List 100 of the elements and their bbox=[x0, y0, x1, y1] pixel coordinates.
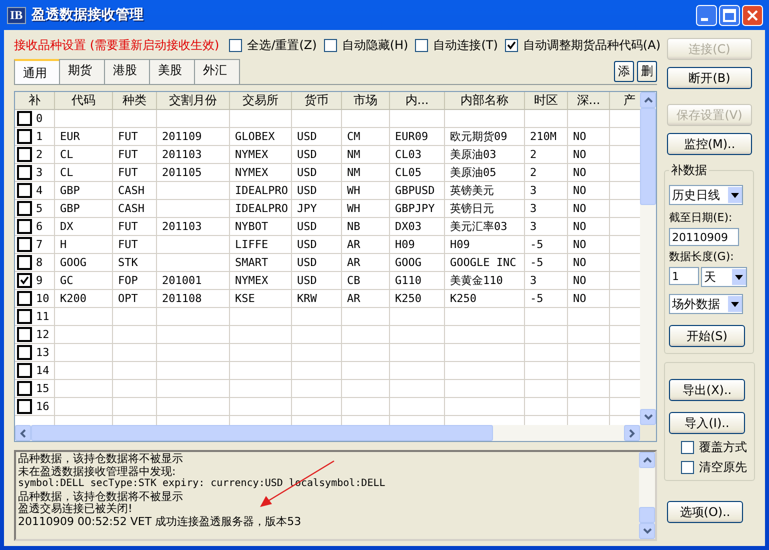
scroll-up-icon[interactable] bbox=[644, 97, 652, 103]
table-cell-text: -5 bbox=[530, 255, 544, 271]
maximize-icon[interactable] bbox=[719, 4, 740, 26]
column-header[interactable]: 市场 bbox=[342, 92, 390, 109]
column-header[interactable]: 深... bbox=[568, 92, 610, 109]
row-checkbox[interactable] bbox=[17, 237, 32, 252]
option-checkbox[interactable]: 全选/重置(Z) bbox=[229, 36, 317, 54]
length-label: 数据长度(G): bbox=[669, 249, 735, 264]
length-field[interactable]: 1 bbox=[669, 267, 699, 285]
row-number: 13 bbox=[36, 345, 50, 361]
tab[interactable]: 美股 bbox=[149, 59, 195, 84]
column-header[interactable]: 交易所 bbox=[230, 92, 292, 109]
row-checkbox[interactable] bbox=[17, 201, 32, 216]
scroll-right-icon[interactable] bbox=[629, 428, 635, 438]
row-checkbox[interactable] bbox=[17, 165, 32, 180]
tab[interactable]: 期货 bbox=[59, 59, 105, 84]
scroll-thumb[interactable] bbox=[31, 425, 493, 441]
export-button[interactable]: 导出(X).. bbox=[669, 379, 745, 401]
table-cell-text: NO bbox=[573, 147, 586, 163]
table-cell-text: NO bbox=[573, 291, 586, 307]
scroll-down-icon[interactable] bbox=[642, 528, 652, 534]
row-number: 6 bbox=[36, 219, 43, 235]
table-cell-text: EUR bbox=[60, 129, 80, 145]
monitor-button[interactable]: 监控(M).. bbox=[667, 133, 752, 155]
import-button[interactable]: 导入(I).. bbox=[669, 412, 745, 434]
row-number: 16 bbox=[36, 399, 50, 415]
source-dropdown[interactable]: 场外数据 bbox=[669, 294, 743, 314]
column-header[interactable]: 补 bbox=[15, 92, 55, 109]
table-cell-text: CL bbox=[60, 165, 74, 181]
table-cell-text: NYMEX bbox=[235, 273, 268, 289]
column-header[interactable]: 内... bbox=[390, 92, 445, 109]
column-header[interactable]: 代码 bbox=[55, 92, 113, 109]
option-checkbox[interactable]: 清空原先 bbox=[681, 459, 747, 476]
tab-action-button[interactable]: 删 bbox=[637, 61, 657, 82]
row-number: 11 bbox=[36, 309, 50, 325]
table-cell-text: USD bbox=[297, 273, 317, 289]
table-cell-text: FUT bbox=[118, 165, 138, 181]
row-checkbox[interactable] bbox=[17, 147, 32, 162]
table-cell-text: JPY bbox=[297, 201, 317, 217]
row-checkbox[interactable] bbox=[17, 129, 32, 144]
row-checkbox[interactable] bbox=[17, 309, 32, 324]
row-checkbox[interactable] bbox=[17, 381, 32, 396]
row-checkbox[interactable] bbox=[17, 327, 32, 342]
tab[interactable]: 外汇 bbox=[194, 59, 240, 84]
option-checkbox[interactable]: 覆盖方式 bbox=[681, 439, 747, 456]
log-scrollbar[interactable] bbox=[639, 452, 655, 539]
column-header[interactable]: 种类 bbox=[113, 92, 157, 109]
option-checkbox[interactable]: 自动调整期货品种代码(A) bbox=[504, 36, 660, 54]
column-header[interactable]: 时区 bbox=[525, 92, 568, 109]
tab[interactable]: 港股 bbox=[104, 59, 150, 84]
scroll-down-icon[interactable] bbox=[644, 414, 652, 420]
row-checkbox[interactable] bbox=[17, 255, 32, 270]
table-cell-text: GBP bbox=[60, 183, 80, 199]
row-number: 9 bbox=[36, 273, 43, 289]
column-header[interactable]: 内部名称 bbox=[445, 92, 525, 109]
table-cell-text: USD bbox=[297, 165, 317, 181]
table-cell-text: FUT bbox=[118, 237, 138, 253]
tab[interactable]: 通用 bbox=[14, 59, 60, 84]
row-checkbox[interactable] bbox=[17, 219, 32, 234]
row-number: 10 bbox=[36, 291, 50, 307]
scroll-thumb[interactable] bbox=[640, 108, 656, 205]
close-icon[interactable] bbox=[742, 4, 763, 26]
table-cell-text: USD bbox=[297, 255, 317, 271]
table-cell-text: NO bbox=[573, 183, 586, 199]
options-button[interactable]: 选项(O).. bbox=[667, 501, 743, 523]
row-checkbox[interactable] bbox=[17, 183, 32, 198]
table-cell-text: SMART bbox=[235, 255, 268, 271]
table-cell-text: K250 bbox=[450, 291, 476, 307]
disconnect-button[interactable]: 断开(B) bbox=[667, 67, 752, 89]
scroll-up-icon[interactable] bbox=[642, 457, 652, 463]
scroll-left-icon[interactable] bbox=[20, 428, 26, 438]
row-checkbox[interactable] bbox=[17, 363, 32, 378]
row-checkbox[interactable] bbox=[17, 399, 32, 414]
option-checkbox[interactable]: 自动隐藏(H) bbox=[324, 36, 408, 54]
minimize-icon[interactable] bbox=[696, 4, 717, 26]
row-checkbox[interactable] bbox=[17, 291, 32, 306]
table-cell-text: STK bbox=[118, 255, 138, 271]
row-checkbox[interactable] bbox=[17, 111, 32, 126]
table-cell-text: NO bbox=[573, 255, 586, 271]
row-number: 7 bbox=[36, 237, 43, 253]
option-checkbox[interactable]: 自动连接(T) bbox=[415, 36, 498, 54]
table-cell-text: NO bbox=[573, 129, 586, 145]
unit-dropdown[interactable]: 天 bbox=[701, 267, 747, 287]
column-header[interactable]: 交割月份 bbox=[157, 92, 230, 109]
table-cell-text: WH bbox=[347, 201, 360, 217]
tab-action-button[interactable]: 添 bbox=[614, 61, 634, 82]
log-line: 品种数据，该持仓数据将不被显示 bbox=[18, 453, 184, 466]
row-checkbox[interactable] bbox=[17, 273, 32, 288]
end-date-field[interactable]: 20110909 bbox=[669, 228, 739, 246]
table-cell-text: 英镑美元 bbox=[450, 183, 494, 199]
horizontal-scrollbar[interactable] bbox=[15, 425, 656, 441]
start-button[interactable]: 开始(S) bbox=[669, 325, 745, 347]
table-cell-text: 英镑日元 bbox=[450, 201, 494, 217]
row-checkbox[interactable] bbox=[17, 345, 32, 360]
scroll-thumb[interactable] bbox=[639, 507, 655, 523]
table-cell-text: GC bbox=[60, 273, 74, 289]
period-dropdown[interactable]: 历史日线 bbox=[669, 185, 743, 205]
column-header[interactable]: 货币 bbox=[292, 92, 342, 109]
table-cell-text: GOOG bbox=[60, 255, 86, 271]
vertical-scrollbar[interactable] bbox=[640, 92, 656, 425]
